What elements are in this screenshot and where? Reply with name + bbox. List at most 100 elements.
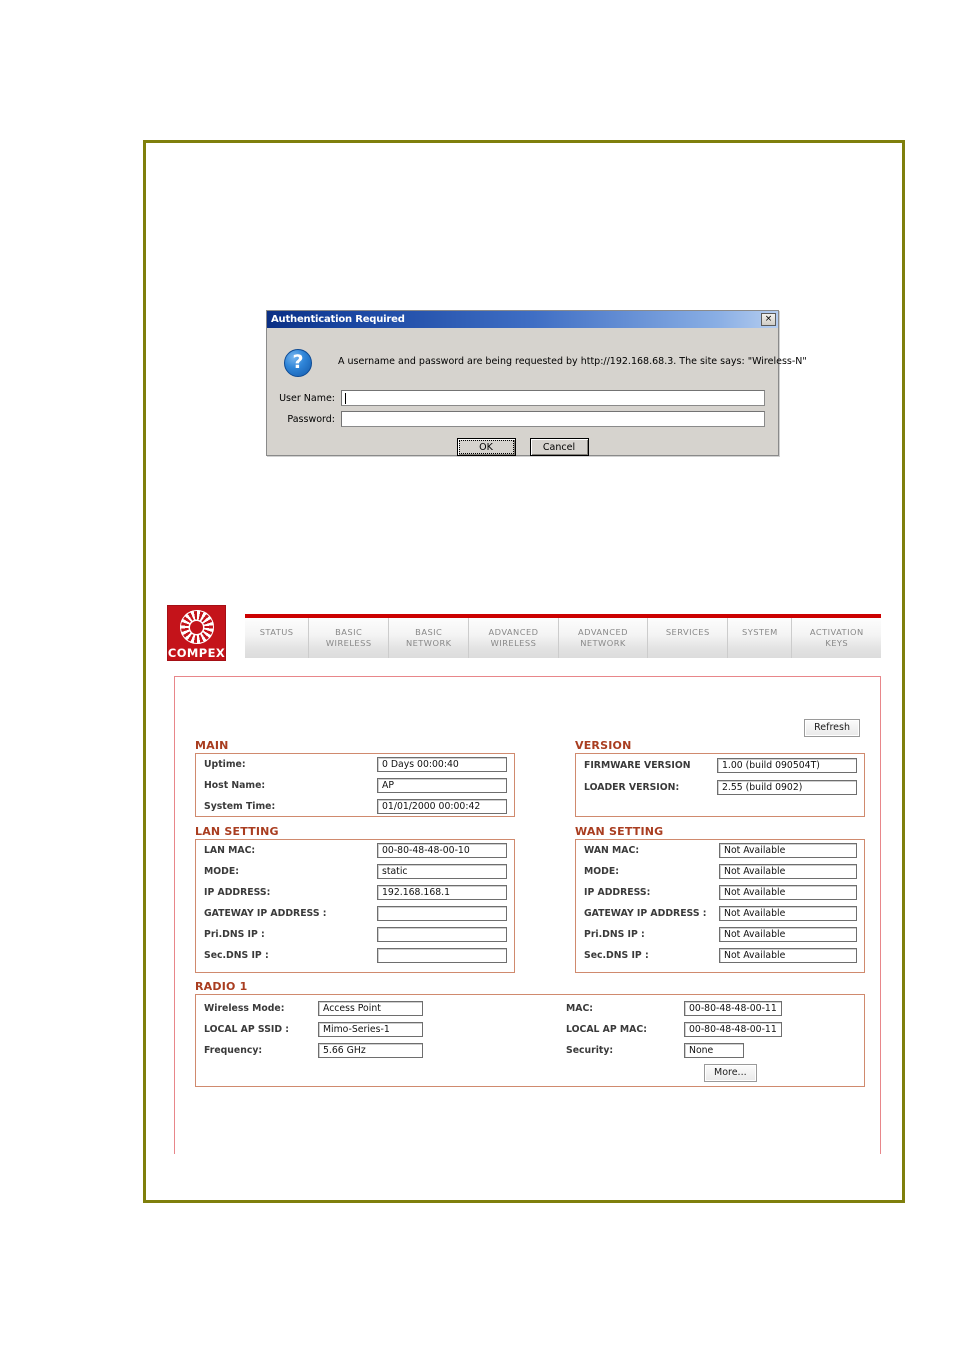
more-button[interactable]: More... bbox=[704, 1064, 757, 1082]
field-label-wireless-mode: Wireless Mode: bbox=[204, 1003, 285, 1014]
dialog-titlebar: Authentication Required × bbox=[267, 311, 778, 328]
field-label-firmware-version: FIRMWARE VERSION bbox=[584, 759, 691, 771]
password-label: Password: bbox=[287, 413, 335, 425]
field-row: MAC: 00-80-48-48-00-11 bbox=[558, 998, 864, 1019]
field-label-lan-mode: MODE: bbox=[204, 866, 239, 877]
tab-basic-wireless[interactable]: BASIC WIRELESS bbox=[309, 618, 390, 658]
field-value-local-ap-mac: 00-80-48-48-00-11 bbox=[684, 1022, 782, 1037]
ok-button[interactable]: OK bbox=[456, 438, 516, 456]
field-row: LOADER VERSION: 2.55 (build 0902) bbox=[576, 776, 864, 798]
field-value-loader-version: 2.55 (build 0902) bbox=[717, 779, 857, 795]
field-row: GATEWAY IP ADDRESS : Not Available bbox=[576, 903, 864, 924]
field-row: Sec.DNS IP : bbox=[196, 945, 514, 966]
more-button-wrap: More... bbox=[558, 1061, 864, 1082]
password-input[interactable] bbox=[341, 411, 765, 427]
field-value-lan-mac: 00-80-48-48-00-10 bbox=[377, 843, 507, 858]
tab-basic-network[interactable]: BASIC NETWORK bbox=[389, 618, 470, 658]
router-header: COMPEX STATUS BASIC WIRELESS BASIC NETWO… bbox=[167, 604, 881, 662]
compex-logo: COMPEX bbox=[167, 605, 226, 661]
field-row: LOCAL AP MAC: 00-80-48-48-00-11 bbox=[558, 1019, 864, 1040]
field-label-wan-ip-address: IP ADDRESS: bbox=[584, 887, 651, 898]
field-row: WAN MAC: Not Available bbox=[576, 840, 864, 861]
radio-left-column: Wireless Mode: Access Point LOCAL AP SSI… bbox=[196, 995, 530, 1086]
field-label-frequency: Frequency: bbox=[204, 1045, 263, 1056]
field-row: Pri.DNS IP : bbox=[196, 924, 514, 945]
field-value-wan-mode: Not Available bbox=[719, 864, 857, 879]
status-panel: Refresh MAIN Uptime: 0 Days 00:00:40 Hos… bbox=[174, 676, 881, 1154]
tab-services[interactable]: SERVICES bbox=[648, 618, 729, 658]
field-row: Security: None bbox=[558, 1040, 864, 1061]
field-row: GATEWAY IP ADDRESS : bbox=[196, 903, 514, 924]
field-value-lan-ip-address: 192.168.168.1 bbox=[377, 885, 507, 900]
field-value-radio-mac: 00-80-48-48-00-11 bbox=[684, 1001, 782, 1016]
refresh-button[interactable]: Refresh bbox=[804, 719, 860, 737]
username-input[interactable] bbox=[341, 390, 765, 406]
field-label-lan-sec-dns: Sec.DNS IP : bbox=[204, 950, 269, 961]
dialog-buttons: OK Cancel bbox=[267, 438, 778, 456]
tab-activation-keys[interactable]: ACTIVATION KEYS bbox=[792, 618, 881, 658]
field-value-wan-sec-dns: Not Available bbox=[719, 948, 857, 963]
dialog-message: A username and password are being reques… bbox=[338, 356, 807, 367]
brand-name: COMPEX bbox=[167, 646, 226, 660]
close-icon[interactable]: × bbox=[761, 313, 776, 326]
field-row: LOCAL AP SSID : Mimo-Series-1 bbox=[196, 1019, 530, 1040]
section-title-main: MAIN bbox=[195, 739, 229, 752]
section-version: FIRMWARE VERSION 1.00 (build 090504T) LO… bbox=[575, 753, 865, 817]
field-label-wan-mode: MODE: bbox=[584, 866, 619, 877]
tab-status[interactable]: STATUS bbox=[245, 618, 310, 658]
username-row: User Name: bbox=[275, 390, 765, 406]
section-main: Uptime: 0 Days 00:00:40 Host Name: AP Sy… bbox=[195, 753, 515, 817]
field-value-host-name: AP bbox=[377, 778, 507, 793]
field-row: MODE: Not Available bbox=[576, 861, 864, 882]
field-value-wan-mac: Not Available bbox=[719, 843, 857, 858]
section-title-lan-setting: LAN SETTING bbox=[195, 825, 279, 838]
field-row: MODE: static bbox=[196, 861, 514, 882]
field-value-local-ap-ssid: Mimo-Series-1 bbox=[318, 1022, 423, 1037]
field-label-local-ap-ssid: LOCAL AP SSID : bbox=[204, 1024, 290, 1035]
field-row: Host Name: AP bbox=[196, 775, 514, 796]
field-value-uptime: 0 Days 00:00:40 bbox=[377, 757, 507, 772]
field-label-lan-gateway-ip: GATEWAY IP ADDRESS : bbox=[204, 908, 327, 919]
text-caret bbox=[345, 392, 346, 404]
field-value-wan-pri-dns: Not Available bbox=[719, 927, 857, 942]
field-row: IP ADDRESS: 192.168.168.1 bbox=[196, 882, 514, 903]
field-row: System Time: 01/01/2000 00:00:42 bbox=[196, 796, 514, 817]
authentication-dialog: Authentication Required × ? A username a… bbox=[266, 310, 807, 457]
field-label-host-name: Host Name: bbox=[204, 780, 266, 791]
section-lan-setting: LAN MAC: 00-80-48-48-00-10 MODE: static … bbox=[195, 839, 515, 973]
section-wan-setting: WAN MAC: Not Available MODE: Not Availab… bbox=[575, 839, 865, 973]
field-value-frequency: 5.66 GHz bbox=[318, 1043, 423, 1058]
field-label-wan-pri-dns: Pri.DNS IP : bbox=[584, 929, 645, 940]
field-value-lan-gateway-ip bbox=[377, 906, 507, 921]
cancel-button[interactable]: Cancel bbox=[529, 438, 589, 456]
field-value-firmware-version: 1.00 (build 090504T) bbox=[717, 757, 857, 773]
dialog-title: Authentication Required bbox=[271, 314, 405, 325]
field-value-system-time: 01/01/2000 00:00:42 bbox=[377, 799, 507, 814]
question-icon: ? bbox=[284, 349, 312, 377]
tab-advanced-network[interactable]: ADVANCED NETWORK bbox=[559, 618, 649, 658]
field-label-wan-sec-dns: Sec.DNS IP : bbox=[584, 950, 649, 961]
field-value-lan-mode: static bbox=[377, 864, 507, 879]
field-value-lan-sec-dns bbox=[377, 948, 507, 963]
field-row: Wireless Mode: Access Point bbox=[196, 998, 530, 1019]
main-navigation-tabs: STATUS BASIC WIRELESS BASIC NETWORK ADVA… bbox=[245, 614, 881, 658]
field-label-lan-pri-dns: Pri.DNS IP : bbox=[204, 929, 265, 940]
field-value-wan-gateway-ip: Not Available bbox=[719, 906, 857, 921]
password-row: Password: bbox=[275, 411, 765, 427]
field-value-wireless-mode: Access Point bbox=[318, 1001, 423, 1016]
field-row: IP ADDRESS: Not Available bbox=[576, 882, 864, 903]
field-label-local-ap-mac: LOCAL AP MAC: bbox=[566, 1024, 647, 1035]
sunburst-icon bbox=[179, 610, 214, 644]
field-label-wan-gateway-ip: GATEWAY IP ADDRESS : bbox=[584, 908, 707, 919]
field-label-wan-mac: WAN MAC: bbox=[584, 845, 640, 856]
dialog-body: ? A username and password are being requ… bbox=[267, 328, 807, 457]
field-row: LAN MAC: 00-80-48-48-00-10 bbox=[196, 840, 514, 861]
tab-advanced-wireless[interactable]: ADVANCED WIRELESS bbox=[469, 618, 559, 658]
tab-system[interactable]: SYSTEM bbox=[728, 618, 793, 658]
field-label-radio-mac: MAC: bbox=[566, 1003, 593, 1014]
section-title-version: VERSION bbox=[575, 739, 632, 752]
field-label-security: Security: bbox=[566, 1045, 614, 1056]
username-label: User Name: bbox=[279, 392, 335, 404]
field-row: Sec.DNS IP : Not Available bbox=[576, 945, 864, 966]
field-row: Pri.DNS IP : Not Available bbox=[576, 924, 864, 945]
